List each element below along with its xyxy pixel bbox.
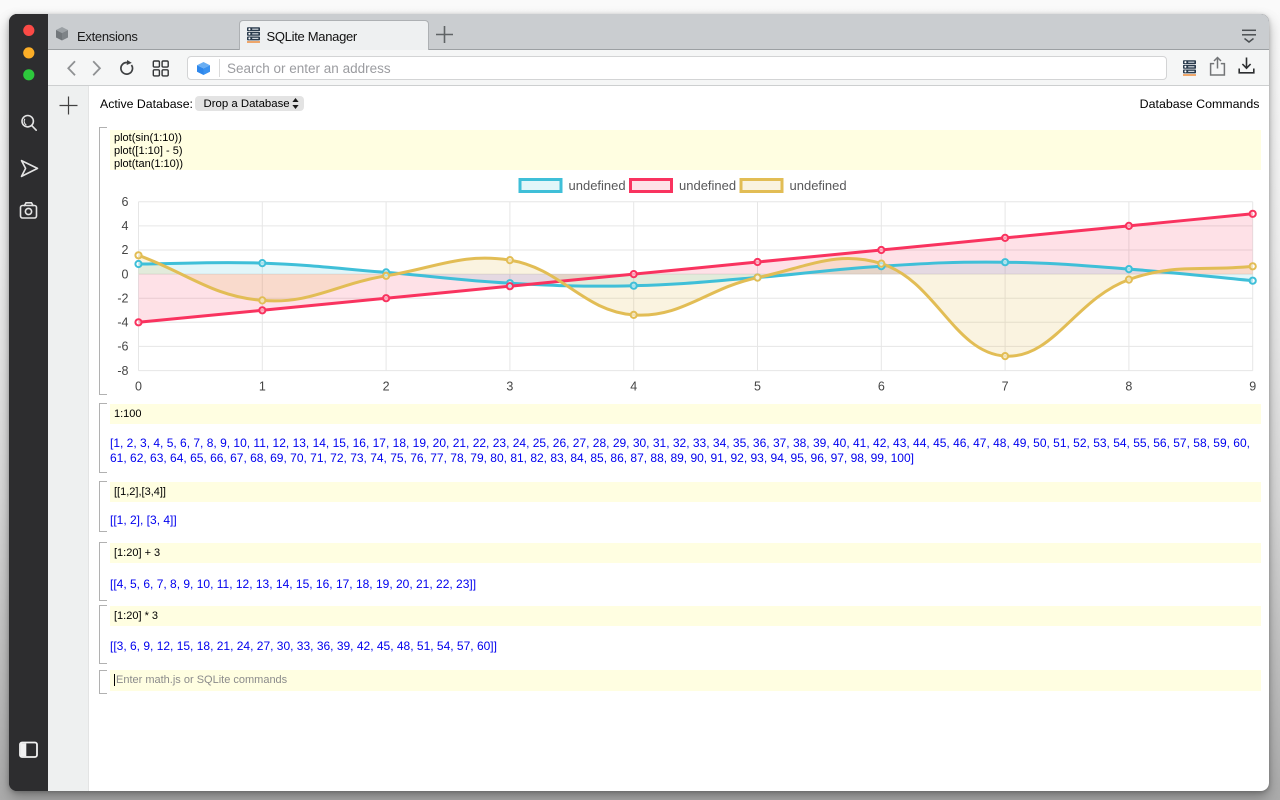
svg-text:9: 9 [1249, 380, 1256, 394]
svg-text:3: 3 [506, 380, 513, 394]
svg-text:8: 8 [1125, 380, 1132, 394]
svg-text:0: 0 [135, 380, 142, 394]
svg-text:undefined: undefined [679, 178, 736, 193]
svg-text:-4: -4 [117, 316, 128, 330]
svg-text:undefined: undefined [790, 178, 847, 193]
svg-text:undefined: undefined [569, 178, 626, 193]
svg-text:5: 5 [754, 380, 761, 394]
svg-text:-2: -2 [117, 291, 128, 305]
svg-text:4: 4 [630, 380, 637, 394]
svg-text:2: 2 [122, 243, 129, 257]
svg-text:6: 6 [878, 380, 885, 394]
svg-text:7: 7 [1002, 380, 1009, 394]
svg-text:4: 4 [122, 219, 129, 233]
svg-text:0: 0 [122, 267, 129, 281]
svg-text:1: 1 [259, 380, 266, 394]
svg-text:-8: -8 [117, 364, 128, 378]
svg-text:6: 6 [122, 195, 129, 209]
svg-text:2: 2 [383, 380, 390, 394]
svg-text:-6: -6 [117, 340, 128, 354]
